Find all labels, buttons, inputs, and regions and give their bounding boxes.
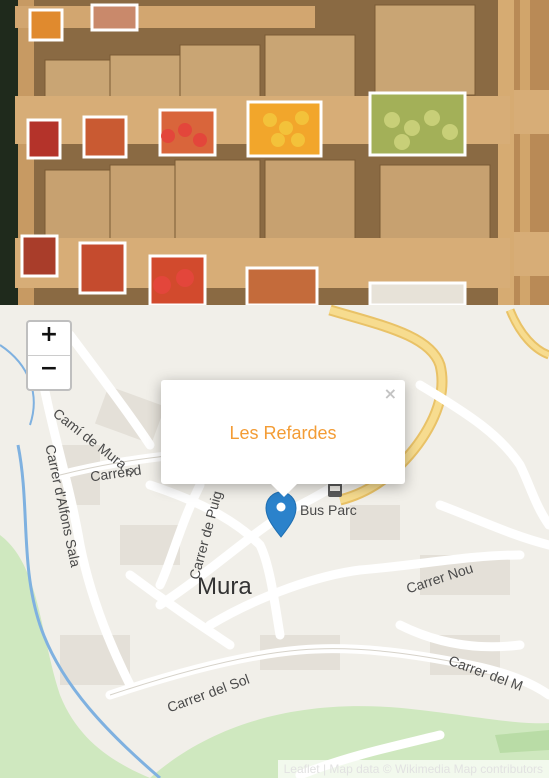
poi-label-bus-parc: Bus Parc	[300, 502, 357, 518]
bus-icon	[328, 483, 342, 497]
seed-shelf-photo	[0, 0, 549, 305]
page: Camí de Mura a Carrer d Carrer d'Alfons …	[0, 0, 549, 778]
popup-title: Les Refardes	[229, 423, 337, 443]
map-popup: × Les Refardes	[161, 380, 405, 484]
zoom-in-button[interactable]: +	[28, 322, 70, 355]
zoom-control: + −	[26, 320, 72, 391]
popup-close-button[interactable]: ×	[384, 384, 397, 403]
popup-tip	[270, 483, 298, 497]
town-label: Mura	[197, 573, 252, 600]
map-tiles	[0, 305, 549, 778]
seed-shelf-illustration	[0, 0, 549, 305]
map-attribution[interactable]: Leaflet | Map data © Wikimedia Map contr…	[277, 760, 549, 778]
map-view[interactable]: Camí de Mura a Carrer d Carrer d'Alfons …	[0, 305, 549, 778]
zoom-out-button[interactable]: −	[28, 355, 70, 389]
